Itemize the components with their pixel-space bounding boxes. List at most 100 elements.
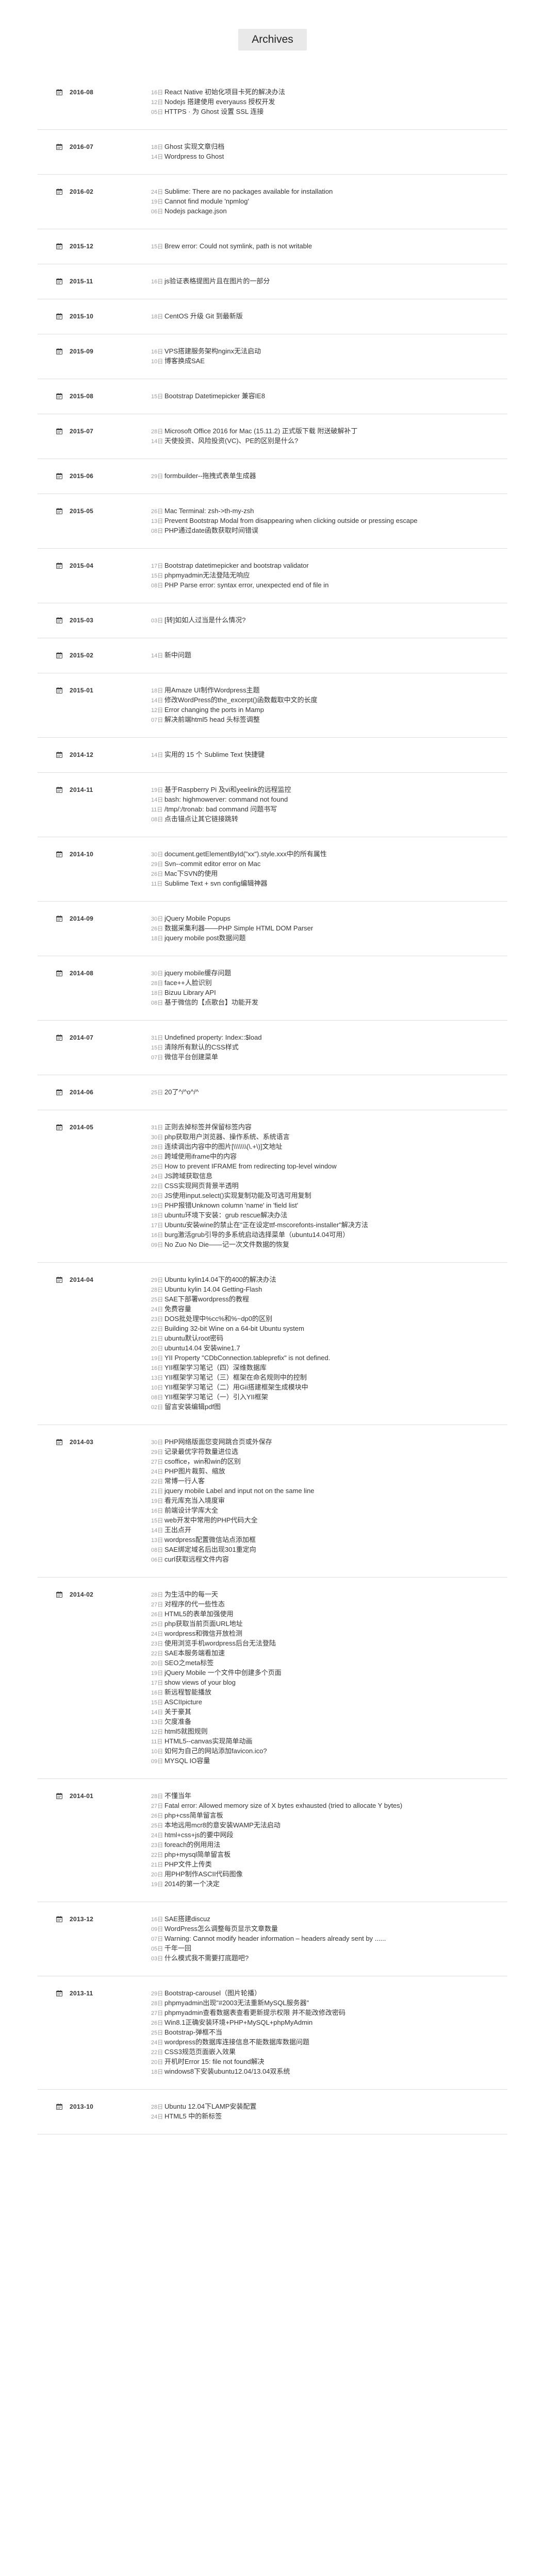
post-link[interactable]: Ubuntu kylin14.04下的400的解决办法 <box>164 1275 276 1284</box>
post-link[interactable]: PHP Parse error: syntax error, unexpecte… <box>164 581 328 590</box>
post-link[interactable]: 新远程智能播放 <box>164 1688 211 1697</box>
post-link[interactable]: jQuery Mobile Popups <box>164 914 230 923</box>
post-link[interactable]: Fatal error: Allowed memory size of X by… <box>164 1801 402 1810</box>
post-link[interactable]: wordpress和微信开放检测 <box>164 1629 242 1638</box>
post-link[interactable]: 对程序的代一些性态 <box>164 1600 225 1609</box>
post-link[interactable]: Win8.1正确安装环境+PHP+MySQL+phpMyAdmin <box>164 2018 312 2027</box>
post-link[interactable]: html+css+js的要中网段 <box>164 1831 234 1840</box>
post-link[interactable]: 修改WordPress的the_excerpt()函数截取中文的长度 <box>164 696 318 705</box>
post-link[interactable]: 新中问题 <box>164 651 191 660</box>
post-link[interactable]: 常博一行人客 <box>164 1477 205 1486</box>
post-link[interactable]: 20了^/^o^/^ <box>164 1088 199 1097</box>
post-link[interactable]: SAE搭建discuz <box>164 1914 210 1924</box>
post-link[interactable]: ubuntu环境下安装：grub rescue解决办法 <box>164 1211 287 1220</box>
post-link[interactable]: document.getElementById("xx").style.xxx中… <box>164 850 327 859</box>
post-link[interactable]: 连续调出内容中的图片[\\\\\\\(\.+\)]文地址 <box>164 1142 283 1151</box>
post-link[interactable]: JS跨域获取信息 <box>164 1172 212 1181</box>
post-link[interactable]: Undefined property: Index::$load <box>164 1033 262 1042</box>
post-link[interactable]: 千年一回 <box>164 1944 191 1953</box>
post-link[interactable]: jquery mobile Label and input not on the… <box>164 1486 315 1496</box>
post-link[interactable]: 王出点开 <box>164 1526 191 1535</box>
post-link[interactable]: 记录最优字符数量进位选 <box>164 1447 238 1456</box>
post-link[interactable]: Bootstrap-弹框不当 <box>164 2028 222 2037</box>
post-link[interactable]: HTML5--canvas实现简单动画 <box>164 1737 252 1746</box>
post-link[interactable]: YII框架学习笔记（二）用Gii搭建框架生成模块中 <box>164 1383 308 1392</box>
post-link[interactable]: 博客换成SAE <box>164 357 205 366</box>
post-link[interactable]: 免费容量 <box>164 1304 191 1314</box>
post-link[interactable]: 解决前端html5 head 头标签调整 <box>164 715 260 724</box>
post-link[interactable]: Svn--commit editor error on Mac <box>164 859 260 869</box>
post-link[interactable]: Ubuntu kylin 14.04 Getting-Flash <box>164 1285 262 1294</box>
post-link[interactable]: Microsoft Office 2016 for Mac (15.11.2) … <box>164 427 357 436</box>
post-link[interactable]: 前端设计学库大全 <box>164 1506 218 1515</box>
post-link[interactable]: PHP文件上传类 <box>164 1860 212 1869</box>
post-link[interactable]: YII框架学习笔记（一）引入YII框架 <box>164 1393 268 1402</box>
post-link[interactable]: csoffice，win和win的区别 <box>164 1457 241 1466</box>
post-link[interactable]: burg激活grub引导的多系统启动选择菜单（ubuntu14.04可用） <box>164 1230 349 1240</box>
post-link[interactable]: CSS实现网页背景半透明 <box>164 1181 239 1191</box>
post-link[interactable]: Building 32-bit Wine on a 64-bit Ubuntu … <box>164 1324 304 1333</box>
post-link[interactable]: 清除所有默认的CSS样式 <box>164 1043 239 1052</box>
post-link[interactable]: foreach的例用用法 <box>164 1840 220 1850</box>
post-link[interactable]: Bootstrap datetimepicker and bootstrap v… <box>164 561 309 570</box>
post-link[interactable]: Nodejs package.json <box>164 207 227 216</box>
post-link[interactable]: SAE下部署wordpress的教程 <box>164 1295 249 1304</box>
post-link[interactable]: Ubuntu安装wine的禁止在"正在设定ttf-mscorefonts-ins… <box>164 1221 368 1230</box>
post-link[interactable]: phpmyadmin无法登陆无响应 <box>164 571 250 580</box>
post-link[interactable]: YII Property "CDbConnection.tableprefix"… <box>164 1353 330 1363</box>
post-link[interactable]: HTML5的表单加强使用 <box>164 1609 234 1619</box>
post-link[interactable]: 什么模式我不需要打底题吧? <box>164 1954 249 1963</box>
post-link[interactable]: PHP网络版面您变网跳合页或外保存 <box>164 1437 272 1447</box>
post-link[interactable]: 2014的第一个决定 <box>164 1879 220 1889</box>
post-link[interactable]: WordPress怎么调整每页显示文章数量 <box>164 1924 278 1934</box>
post-link[interactable]: Mac下SVN的使用 <box>164 869 218 878</box>
post-link[interactable]: Error changing the ports in Mamp <box>164 705 264 715</box>
post-link[interactable]: ASCIIpicture <box>164 1698 202 1707</box>
post-link[interactable]: CSS3规范页面嵌入效果 <box>164 2047 236 2057</box>
post-link[interactable]: React Native 初始化项目卡死的解决办法 <box>164 88 285 97</box>
post-link[interactable]: 看元库充当入境度审 <box>164 1496 225 1505</box>
post-link[interactable]: YII框架学习笔记（三）框架在命名规则中的控制 <box>164 1373 307 1382</box>
post-link[interactable]: 使用浏览手机wordpress后台无法登陆 <box>164 1639 276 1648</box>
post-link[interactable]: Bootstrap Datetimepicker 兼容IE8 <box>164 392 265 401</box>
post-link[interactable]: curl获取远程文件内容 <box>164 1555 229 1564</box>
post-link[interactable]: DOS批处理中%cc%和%~dp0的区别 <box>164 1314 272 1324</box>
post-link[interactable]: php获取当前页面URL地址 <box>164 1619 243 1629</box>
post-link[interactable]: 本地远用mcr8的意安装WAMP无法启动 <box>164 1821 280 1830</box>
post-link[interactable]: 点击锚点让其它链接跳转 <box>164 815 238 824</box>
post-link[interactable]: 天使投资、风险投资(VC)、PE的区别是什么? <box>164 436 298 446</box>
post-link[interactable]: 用PHP制作ASCII代码图像 <box>164 1870 243 1879</box>
post-link[interactable]: Sublime Text + svn config编辑神器 <box>164 879 268 888</box>
post-link[interactable]: 实用的 15 个 Sublime Text 快捷键 <box>164 750 265 759</box>
post-link[interactable]: How to prevent IFRAME from redirecting t… <box>164 1162 337 1171</box>
post-link[interactable]: windows8下安装ubuntu12.04/13.04双系统 <box>164 2067 290 2076</box>
post-link[interactable]: SEO之meta标签 <box>164 1658 213 1668</box>
post-link[interactable]: No Zuo No Die——记一次文件数据的恢复 <box>164 1240 289 1249</box>
post-link[interactable]: ubuntu默认root密码 <box>164 1334 223 1343</box>
post-link[interactable]: ubuntu14.04 安装wine1.7 <box>164 1344 240 1353</box>
post-link[interactable]: 留言安装编辑pdf图 <box>164 1402 221 1412</box>
post-link[interactable]: php+css简单留言板 <box>164 1811 223 1820</box>
post-link[interactable]: face++人脸识别 <box>164 978 212 988</box>
post-link[interactable]: jQuery Mobile 一个文件中创建多个页面 <box>164 1668 282 1677</box>
post-link[interactable]: formbuilder--拖拽式表单生成器 <box>164 471 256 481</box>
post-link[interactable]: phpmyadmin出现"#2003无法重新MySQL服务器" <box>164 1998 309 2008</box>
post-link[interactable]: 为生活中的每一天 <box>164 1590 218 1599</box>
post-link[interactable]: Warning: Cannot modify header informatio… <box>164 1934 386 1943</box>
post-link[interactable]: YII框架学习笔记（四）深维数据库 <box>164 1363 267 1372</box>
post-link[interactable]: Brew error: Could not symlink, path is n… <box>164 242 312 251</box>
post-link[interactable]: 用Amaze UI制作Wordpress主题 <box>164 686 260 695</box>
post-link[interactable]: Ubuntu 12.04下LAMP安装配置 <box>164 2102 256 2111</box>
post-link[interactable]: phpmyadmin查看数据表查看更新提示权限 并不能改修改密码 <box>164 2008 345 2018</box>
post-link[interactable]: jquery mobile post数据问题 <box>164 934 246 943</box>
post-link[interactable]: 微信平台创建菜单 <box>164 1053 218 1062</box>
post-link[interactable]: html5就图规则 <box>164 1727 208 1736</box>
post-link[interactable]: JS使用input.select()实现复制功能及可选可用复制 <box>164 1191 311 1200</box>
post-link[interactable]: php获取用户浏览器、操作系统、系统语言 <box>164 1132 290 1142</box>
post-link[interactable]: PHP图片裁剪、缩放 <box>164 1467 225 1476</box>
post-link[interactable]: HTTPS · 为 Ghost 设置 SSL 连接 <box>164 107 263 116</box>
post-link[interactable]: [转]如如人过当是什么情况? <box>164 616 245 625</box>
post-link[interactable]: CentOS 升级 Git 到最新版 <box>164 312 243 321</box>
post-link[interactable]: php+mysql简单留言板 <box>164 1850 230 1859</box>
post-link[interactable]: web开发中常用的PHP代码大全 <box>164 1516 258 1525</box>
